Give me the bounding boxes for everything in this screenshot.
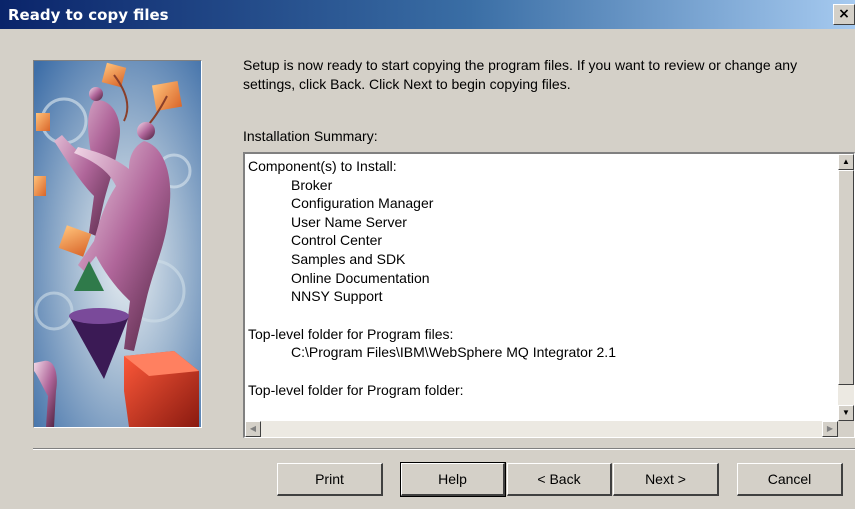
component-item: Control Center: [291, 232, 383, 249]
components-heading: Component(s) to Install:: [248, 158, 397, 174]
installation-summary-box[interactable]: Component(s) to Install: Broker Configur…: [243, 152, 855, 438]
horizontal-scrollbar[interactable]: ◀ ▶: [245, 421, 838, 437]
scrollbar-corner: [838, 421, 854, 437]
component-item: NNSY Support: [291, 288, 383, 305]
close-button[interactable]: ×: [833, 4, 855, 25]
program-folder-heading: Top-level folder for Program folder:: [248, 381, 464, 398]
next-button[interactable]: Next >: [613, 463, 719, 496]
component-item: Samples and SDK: [291, 250, 406, 267]
vertical-scroll-thumb[interactable]: [838, 170, 854, 385]
component-item: Online Documentation: [291, 269, 430, 286]
help-button[interactable]: Help: [400, 462, 506, 497]
vertical-scrollbar[interactable]: ▲ ▼: [838, 154, 854, 421]
scroll-right-button[interactable]: ▶: [822, 421, 838, 437]
program-files-path: C:\Program Files\IBM\WebSphere MQ Integr…: [291, 344, 616, 361]
component-item: User Name Server: [291, 213, 407, 230]
print-button[interactable]: Print: [277, 463, 383, 496]
component-item: Configuration Manager: [291, 195, 434, 212]
summary-content: Component(s) to Install: Broker Configur…: [248, 157, 838, 400]
scroll-down-button[interactable]: ▼: [838, 405, 854, 421]
component-item: Broker: [291, 176, 333, 193]
program-files-heading: Top-level folder for Program files:: [248, 325, 454, 342]
scroll-left-button[interactable]: ◀: [245, 421, 261, 437]
cancel-button[interactable]: Cancel: [737, 463, 843, 496]
back-button[interactable]: < Back: [507, 463, 612, 496]
separator: [33, 448, 855, 450]
window-title: Ready to copy files: [8, 6, 169, 24]
scroll-up-button[interactable]: ▲: [838, 154, 854, 170]
wizard-banner-image: [33, 60, 202, 428]
intro-text: Setup is now ready to start copying the …: [243, 57, 798, 92]
installation-summary-label: Installation Summary:: [243, 128, 378, 144]
title-bar: Ready to copy files ×: [0, 0, 855, 29]
